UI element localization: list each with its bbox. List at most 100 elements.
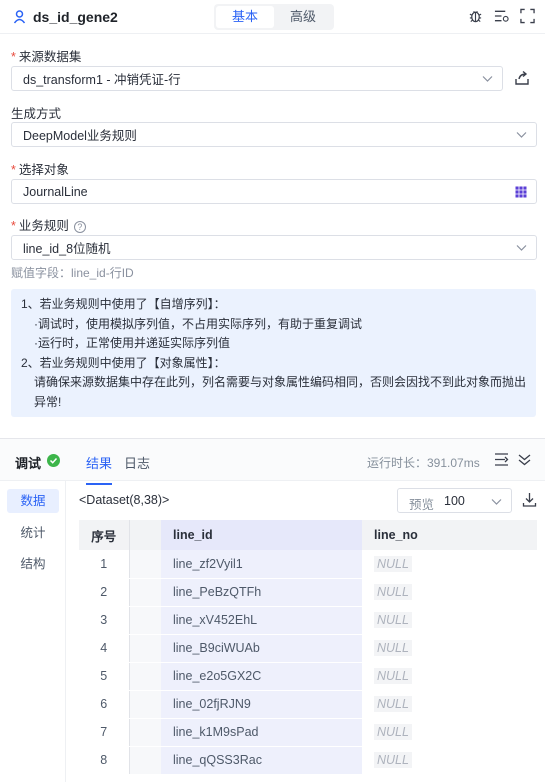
source-label: * 来源数据集 (11, 46, 81, 65)
cell-line-id: line_zf2Vyil1 (161, 550, 362, 579)
node-title: ds_id_gene2 (33, 9, 118, 25)
cell-gap (128, 718, 161, 747)
debug-title: 调试 (15, 456, 42, 471)
cell-line-no: NULL (362, 606, 537, 635)
cell-gap (128, 690, 161, 719)
debug-toolbar: 调试 结果 日志 运行时长：391.07ms (0, 439, 545, 485)
cell-index: 3 (79, 606, 129, 635)
help-icon[interactable]: ? (73, 221, 86, 233)
column-header-line-id[interactable]: line_id (161, 520, 362, 550)
table-row[interactable]: 7 line_k1M9sPad NULL (79, 718, 537, 747)
cell-line-no: NULL (362, 746, 537, 775)
object-label-text: 选择对象 (18, 163, 69, 177)
chevron-down-icon (482, 76, 493, 82)
required-mark: * (11, 219, 16, 233)
notice-line: 异常! (34, 394, 62, 409)
mode-tabs: 基本 高级 (214, 4, 334, 30)
double-chevron-down-icon[interactable] (517, 452, 532, 467)
success-check-icon (47, 454, 60, 467)
cell-gap (128, 634, 161, 663)
header-actions (468, 8, 535, 24)
source-select-value: ds_transform1 - 冲销凭证-行 (23, 73, 181, 87)
cell-index: 4 (79, 634, 129, 663)
cell-index: 5 (79, 662, 129, 691)
node-icon (13, 10, 26, 24)
notice-line: 2、若业务规则中使用了【对象属性】： (21, 355, 226, 370)
null-value: NULL (374, 696, 412, 712)
null-value: NULL (374, 668, 412, 684)
source-label-text: 来源数据集 (18, 50, 82, 64)
required-mark: * (11, 163, 16, 177)
cell-line-id: line_xV452EhL (161, 606, 362, 635)
rule-select-value: line_id_8位随机 (23, 242, 111, 256)
object-label: * 选择对象 (11, 159, 69, 178)
column-header-index[interactable]: 序号 (79, 520, 129, 550)
cell-line-no: NULL (362, 690, 537, 719)
cell-line-id: line_B9ciWUAb (161, 634, 362, 663)
source-select[interactable]: ds_transform1 - 冲销凭证-行 (11, 66, 503, 91)
table-picker-icon[interactable] (515, 186, 527, 198)
null-value: NULL (374, 724, 412, 740)
table-row[interactable]: 3 line_xV452EhL NULL (79, 606, 537, 635)
table-row[interactable]: 1 line_zf2Vyil1 NULL (79, 550, 537, 579)
object-input-value: JournalLine (23, 184, 88, 199)
download-icon[interactable] (522, 492, 537, 507)
fullscreen-icon[interactable] (520, 8, 535, 24)
tab-advanced[interactable]: 高级 (274, 6, 332, 28)
table-row[interactable]: 6 line_02fjRJN9 NULL (79, 690, 537, 719)
notice-line: 请确保来源数据集中存在此列，列名需要与对象属性编码相同，否则会因找不到此对象而抛… (34, 375, 527, 389)
null-value: NULL (374, 640, 412, 656)
open-external-icon[interactable] (514, 70, 530, 86)
cell-line-id: line_02fjRJN9 (161, 690, 362, 719)
dataset-label: <Dataset(8,38)> (79, 493, 170, 507)
cell-index: 1 (79, 550, 129, 579)
cell-index: 2 (79, 578, 129, 607)
table-row[interactable]: 8 line_qQSS3Rac NULL (79, 746, 537, 775)
table-row[interactable]: 2 line_PeBzQTFh NULL (79, 578, 537, 607)
list-settings-icon[interactable] (494, 8, 509, 24)
tab-log[interactable]: 日志 (124, 453, 150, 472)
null-value: NULL (374, 612, 412, 628)
side-item-structure[interactable]: 结构 (7, 552, 59, 576)
method-select-value: DeepModel业务规则 (23, 129, 137, 143)
rule-label: * 业务规则? (11, 215, 86, 234)
tab-result[interactable]: 结果 (86, 453, 113, 485)
cell-line-id: line_e2o5GX2C (161, 662, 362, 691)
header-bar: ds_id_gene2 基本 高级 (0, 0, 545, 34)
cell-line-no: NULL (362, 578, 537, 607)
cell-gap (128, 746, 161, 775)
cell-gap (128, 606, 161, 635)
result-side-nav: 数据 统计 结构 (0, 481, 66, 782)
rule-label-text: 业务规则 (18, 219, 69, 233)
preview-label: 预览 (409, 498, 435, 512)
notice-box: 1、若业务规则中使用了【自增序列】： ·调试时，使用模拟序列值，不占用实际序列，… (11, 289, 536, 417)
tab-basic[interactable]: 基本 (216, 6, 274, 28)
method-select[interactable]: DeepModel业务规则 (11, 122, 537, 147)
column-gap (128, 520, 161, 550)
cell-line-id: line_k1M9sPad (161, 718, 362, 747)
side-item-data[interactable]: 数据 (7, 489, 59, 513)
rule-select[interactable]: line_id_8位随机 (11, 235, 537, 260)
cell-index: 6 (79, 690, 129, 719)
notice-line: ·调试时，使用模拟序列值，不占用实际序列，有助于重复调试 (34, 316, 362, 331)
table-header-row: 序号 line_id line_no (79, 520, 537, 550)
chevron-down-icon (516, 132, 527, 138)
result-table: 序号 line_id line_no 1 line_zf2Vyil1 NULL 2 li… (79, 520, 537, 775)
table-row[interactable]: 4 line_B9ciWUAb NULL (79, 634, 537, 663)
cell-line-no: NULL (362, 718, 537, 747)
table-row[interactable]: 5 line_e2o5GX2C NULL (79, 662, 537, 691)
side-item-stats[interactable]: 统计 (7, 521, 59, 545)
column-header-line-no[interactable]: line_no (362, 520, 537, 550)
chevron-down-icon (491, 499, 502, 505)
preview-select[interactable]: 预览 100 (397, 488, 512, 513)
object-input[interactable]: JournalLine (11, 179, 537, 204)
collapse-rows-icon[interactable] (494, 452, 509, 467)
cell-line-no: NULL (362, 550, 537, 579)
null-value: NULL (374, 752, 412, 768)
notice-line: ·运行时，正常使用并递延实际序列值 (34, 336, 230, 350)
cell-gap (128, 550, 161, 579)
cell-line-no: NULL (362, 634, 537, 663)
preview-value: 100 (444, 494, 465, 508)
cell-index: 8 (79, 746, 129, 775)
bug-icon[interactable] (468, 8, 483, 24)
